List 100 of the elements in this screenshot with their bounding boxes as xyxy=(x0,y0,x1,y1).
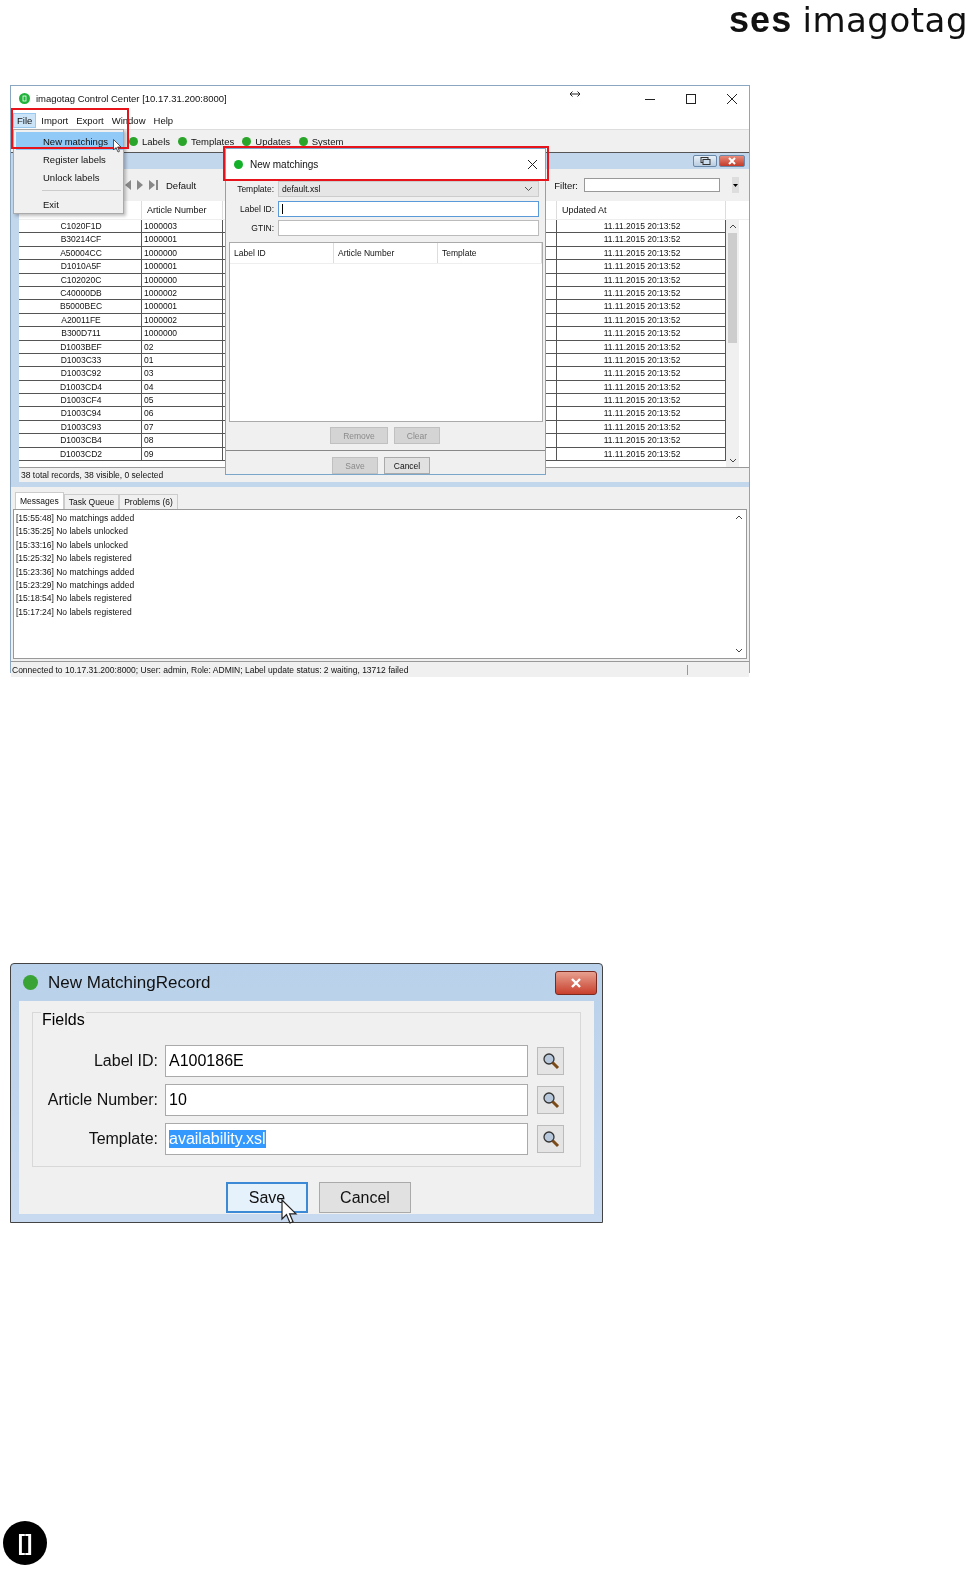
dialog-button[interactable]: Save xyxy=(226,1182,308,1213)
search-button[interactable] xyxy=(537,1046,564,1075)
dialog-button[interactable]: Cancel xyxy=(319,1182,411,1213)
log-message: [15:17:24] No labels registered xyxy=(16,605,133,619)
menu-item[interactable]: File xyxy=(13,112,37,128)
scroll-down-icon[interactable] xyxy=(735,648,743,654)
table-cell: D1003C94 xyxy=(19,407,142,420)
table-cell: D1003CD4 xyxy=(19,380,142,394)
toolbar-tab[interactable]: System xyxy=(298,135,344,147)
status-dot-icon xyxy=(234,159,243,169)
panel-tab[interactable]: Task Queue xyxy=(63,494,120,509)
chevron-down-icon xyxy=(525,186,532,191)
column-header[interactable]: Updated At xyxy=(557,201,726,219)
toolbar-tab[interactable]: Templates xyxy=(178,135,235,147)
search-button[interactable] xyxy=(537,1085,564,1114)
table-cell: B30214CF xyxy=(19,233,142,246)
table-cell: 1000001 xyxy=(142,260,223,273)
table-cell: 1000002 xyxy=(142,313,223,327)
close-icon[interactable] xyxy=(528,159,537,169)
resize-icon[interactable] xyxy=(570,90,580,97)
app-icon xyxy=(19,93,30,104)
table-cell: 06 xyxy=(142,407,223,420)
menu-entry[interactable]: Exit xyxy=(16,195,123,213)
table-cell: 1000000 xyxy=(142,327,223,340)
status-dot-icon xyxy=(242,136,252,146)
cursor-icon xyxy=(113,139,122,153)
table-cell: 1000001 xyxy=(142,233,223,246)
column-header[interactable]: Article Number xyxy=(142,201,223,219)
close-button[interactable] xyxy=(719,155,745,167)
menu-item[interactable]: Import xyxy=(38,113,72,127)
next-icon[interactable] xyxy=(137,180,143,190)
close-icon xyxy=(569,977,583,988)
panel-tab[interactable]: Problems (6) xyxy=(119,494,178,509)
table-cell: 07 xyxy=(142,420,223,434)
restore-button[interactable] xyxy=(693,155,717,167)
table-cell: 02 xyxy=(142,340,223,353)
table-cell: D1003BEF xyxy=(19,340,142,353)
dialog-button[interactable]: Cancel xyxy=(384,457,430,474)
close-icon[interactable] xyxy=(727,93,737,104)
log-message: [15:23:29] No matchings added xyxy=(16,579,136,593)
toolbar-tab[interactable]: Updates xyxy=(242,135,291,147)
column-header[interactable]: Template xyxy=(438,243,542,263)
maximize-icon[interactable] xyxy=(686,93,696,104)
search-icon xyxy=(541,1129,560,1148)
table-cell: D1010A5F xyxy=(19,260,142,273)
brand-logo: ses imagotag xyxy=(729,0,968,40)
search-icon xyxy=(541,1090,560,1109)
status-dot-icon xyxy=(178,136,187,146)
menu-item[interactable]: Export xyxy=(73,113,107,127)
field-label: Template: xyxy=(236,183,274,194)
field-label: Article Number: xyxy=(46,1090,158,1109)
scrollbar[interactable] xyxy=(726,220,739,467)
filter-field[interactable] xyxy=(584,178,720,192)
panel-tab[interactable]: Messages xyxy=(15,492,64,509)
last-icon[interactable] xyxy=(149,180,158,190)
status-dot-icon xyxy=(298,136,308,146)
table-cell: 1000000 xyxy=(142,273,223,286)
input-field[interactable] xyxy=(278,200,539,217)
table-cell: 1000001 xyxy=(142,300,223,313)
close-icon xyxy=(727,157,737,165)
column-header[interactable]: Article Number xyxy=(334,243,438,263)
restore-icon xyxy=(699,157,711,165)
dialog-title: New MatchingRecord xyxy=(48,972,211,993)
scroll-up-icon[interactable] xyxy=(735,514,743,520)
field-label: Label ID: xyxy=(92,1051,158,1070)
table-cell: 04 xyxy=(142,380,223,394)
table-cell: 1000003 xyxy=(142,220,223,233)
menu-item[interactable]: Help xyxy=(150,113,177,127)
scroll-up-icon[interactable] xyxy=(728,223,737,229)
log-message: [15:55:48] No matchings added xyxy=(16,512,136,525)
menu-entry[interactable]: Register labels xyxy=(16,150,123,168)
search-button[interactable] xyxy=(537,1124,564,1153)
input-field[interactable]: A100186E xyxy=(165,1044,528,1077)
view-label: Default xyxy=(166,179,197,191)
page-badge: [] xyxy=(3,1521,47,1565)
status-text: Connected to 10.17.31.200:8000; User: admin, Role: ADMIN; Label update status: 2 waiting, 13712 failed xyxy=(11,664,688,675)
field-label: Template: xyxy=(87,1129,158,1148)
field-label: GTIN: xyxy=(250,223,274,234)
log-message: [15:25:32] No labels registered xyxy=(16,552,133,566)
input-field[interactable]: 10 xyxy=(165,1083,528,1116)
table-cell: 1000002 xyxy=(142,286,223,300)
log-message: [15:35:25] No labels unlocked xyxy=(16,525,129,539)
table-cell: A50004CC xyxy=(19,246,142,260)
filter-label: Filter: xyxy=(554,179,578,191)
toolbar-tab[interactable]: Labels xyxy=(129,135,170,147)
scroll-down-icon[interactable] xyxy=(728,458,737,464)
column-header[interactable]: Label ID xyxy=(230,243,334,263)
table-cell: D1003C33 xyxy=(19,353,142,367)
close-button[interactable] xyxy=(555,970,597,995)
table-cell: 1000000 xyxy=(142,246,223,260)
table-cell: B5000BEC xyxy=(19,300,142,313)
status-dot-icon xyxy=(129,136,138,146)
search-icon xyxy=(541,1051,560,1070)
table-cell: 09 xyxy=(142,447,223,461)
field-label: Label ID: xyxy=(238,203,274,214)
input-field[interactable] xyxy=(278,220,539,237)
table-cell: C102020C xyxy=(19,273,142,286)
table-cell: D1003C92 xyxy=(19,367,142,380)
menu-entry[interactable]: Unlock labels xyxy=(16,168,123,186)
dropdown-icon[interactable] xyxy=(732,177,739,193)
